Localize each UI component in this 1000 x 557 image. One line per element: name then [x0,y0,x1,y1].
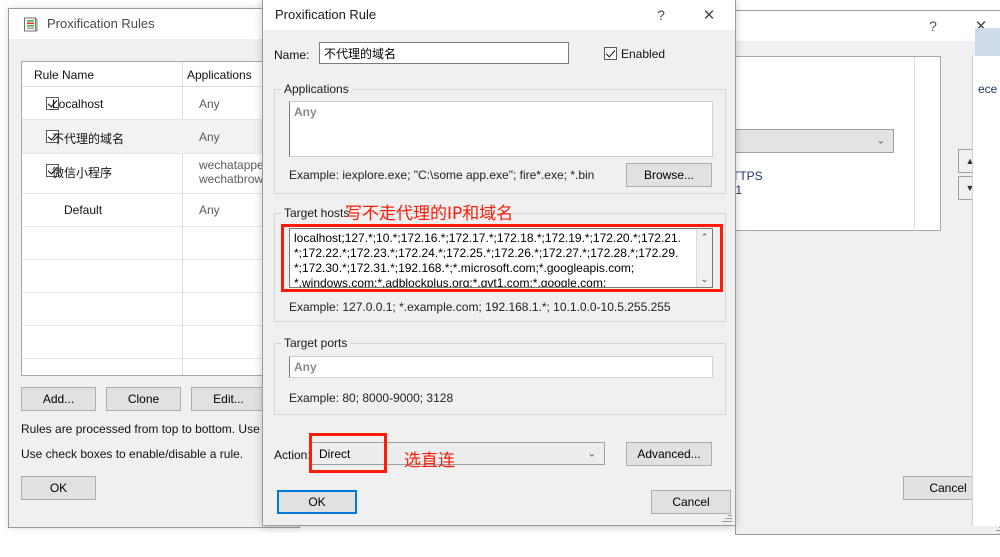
dialog-resize-grip[interactable] [720,510,732,522]
proxification-rule-dialog[interactable]: Proxification Rule ? ✕ Name: 不代理的域名 Enab… [262,0,736,526]
rule-name-label: 不代理的域名 [52,132,125,146]
screen-root: ? ✕ ⌄ TTPS .1 ▲ ▼ Cancel ece ece [0,0,1000,557]
target-hosts-textarea[interactable]: localhost;127.*;10.*;172.16.*;172.17.*;1… [289,228,713,288]
rule-name-label: 微信小程序 [52,166,113,180]
advanced-button[interactable]: Advanced... [626,442,712,466]
name-input[interactable]: 不代理的域名 [319,42,569,64]
rule-name-label: Default [64,203,103,217]
dialog-cancel-button[interactable]: Cancel [651,490,731,514]
table-row[interactable]: Default Any [22,194,288,227]
close-icon[interactable]: ✕ [687,0,731,30]
target-hosts-line: *;172.30.*;172.31.*;192.168.*;*.microsof… [294,261,635,275]
scroll-up-icon[interactable]: ⌃ [697,229,712,245]
target-ports-group-label: Target ports [281,336,351,350]
applications-example: Example: iexplore.exe; "C:\some app.exe"… [289,168,595,182]
applications-group-label: Applications [281,82,352,96]
scroll-down-icon[interactable]: ⌄ [697,271,712,287]
target-hosts-example: Example: 127.0.0.1; *.example.com; 192.1… [289,300,671,314]
clone-rule-button[interactable]: Clone [106,387,181,411]
applications-placeholder: Any [294,105,317,119]
table-row[interactable]: 不代理的域名 Any [22,120,288,154]
action-select-value: Direct [319,447,351,461]
name-input-value: 不代理的域名 [324,46,397,61]
enabled-label: Enabled [621,47,666,61]
rule-name-label: Localhost [52,97,104,111]
action-select[interactable]: Direct ⌄ [310,442,605,465]
edit-rule-button[interactable]: Edit... [191,387,266,411]
dialog-title: Proxification Rule [275,7,377,22]
table-row-empty[interactable] [22,227,288,260]
annotation-text-target-hosts: 写不走代理的IP和域名 [345,204,514,224]
background-window[interactable]: ? ✕ ⌄ TTPS .1 ▲ ▼ Cancel [724,10,1000,535]
rules-list-icon [23,17,38,32]
rule-applications-label: Any [199,97,220,111]
rule-applications-label: Any [199,203,220,217]
name-label: Name: [274,48,310,62]
help-icon[interactable]: ? [911,11,955,41]
column-header-applications[interactable]: Applications [187,68,252,82]
chevron-down-icon: ⌄ [587,448,596,459]
background-combo[interactable]: ⌄ [724,129,894,153]
target-ports-example: Example: 80; 8000-9000; 3128 [289,391,454,405]
table-row[interactable]: 微信小程序 wechatappex.exe wechatbrowser.e [22,154,288,194]
table-row-empty[interactable] [22,293,288,326]
enabled-checkbox[interactable] [604,47,617,60]
chevron-down-icon: ⌄ [876,135,885,147]
rules-hint-line-2: Use check boxes to enable/disable a rule… [21,447,244,461]
target-hosts-line: *.windows.com;*.adblockplus.org;*.gvt1.c… [294,276,607,288]
target-hosts-text: localhost;127.*;10.*;172.16.*;172.17.*;1… [294,231,694,288]
annotation-text-action: 选直连 [404,451,455,471]
table-row-empty[interactable] [22,326,288,359]
target-hosts-line: localhost;127.*;10.*;172.16.*;172.17.*;1… [294,231,681,245]
add-rule-button[interactable]: Add... [21,387,96,411]
background-partial-text-https: TTPS [732,169,763,183]
background-grid-column-separator [914,57,915,231]
target-hosts-group-label: Target hosts [281,206,353,220]
target-ports-input[interactable]: Any [289,356,713,378]
far-right-selection-strip [975,28,1000,56]
help-icon[interactable]: ? [639,0,683,30]
far-right-partial-text-2: ece [978,82,998,96]
applications-input[interactable]: Any [289,101,713,157]
target-ports-placeholder: Any [294,360,317,374]
action-label: Action: [274,448,311,462]
table-row-empty[interactable] [22,260,288,293]
target-hosts-line: *;172.22.*;172.23.*;172.24.*;172.25.*;17… [294,246,679,260]
far-right-panel [972,56,1000,526]
column-header-rule-name[interactable]: Rule Name [34,68,94,82]
rule-applications-label: Any [199,130,220,144]
rules-hint-line-1: Rules are processed from top to bottom. … [21,422,290,436]
proxification-rules-window[interactable]: Proxification Rules Rule Name Applicatio… [8,8,300,528]
target-hosts-scrollbar[interactable]: ⌃ ⌄ [696,229,712,287]
rules-grid-header: Rule Name Applications [22,62,288,87]
table-row[interactable]: Localhost Any [22,87,288,120]
rules-window-title: Proxification Rules [47,16,155,31]
rules-ok-button[interactable]: OK [21,476,96,500]
dialog-ok-button[interactable]: OK [277,490,357,514]
browse-button[interactable]: Browse... [626,163,712,187]
rules-grid[interactable]: Rule Name Applications Localhost Any 不代理… [21,61,289,376]
